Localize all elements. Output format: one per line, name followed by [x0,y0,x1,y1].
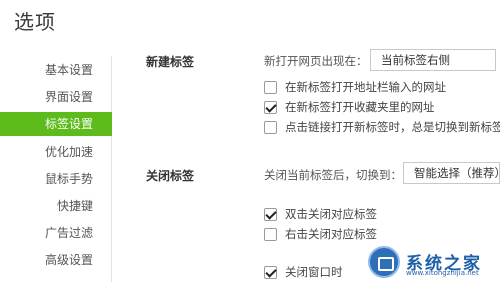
open-at-label: 新打开网页出现在： [264,54,368,68]
sidebar-item-interface[interactable]: 界面设置 [0,85,112,109]
sidebar-item-mouse-gestures[interactable]: 鼠标手势 [0,167,112,191]
watermark-url: www.xitongzhijia.net [406,269,479,277]
switch-to-label: 关闭当前标签后，切换到： [264,168,402,182]
sidebar-item-optimize[interactable]: 优化加速 [0,140,112,164]
close-tab-section-title: 关闭标签 [146,169,195,183]
option-label: 在新标签打开地址栏输入的网址 [285,80,446,94]
option-label: 在新标签打开收藏夹里的网址 [285,100,435,114]
checkbox[interactable] [264,80,277,94]
opt-right-click-close[interactable]: 右击关闭对应标签 [264,226,377,242]
sidebar-item-advanced[interactable]: 高级设置 [0,248,112,272]
sidebar-item-ad-filter[interactable]: 广告过滤 [0,221,112,245]
page-title: 选项 [14,10,56,34]
checkbox[interactable] [264,227,277,241]
checkbox-checked[interactable] [264,265,277,279]
checkbox-checked[interactable] [264,100,277,114]
monitor-logo-icon [368,246,400,278]
opt-open-favorites-in-new-tab[interactable]: 在新标签打开收藏夹里的网址 [264,99,435,115]
watermark: 系统之家 www.xitongzhijia.net [362,242,500,282]
opt-close-window[interactable]: 关闭窗口时 [264,264,343,280]
option-label: 双击关闭对应标签 [285,207,377,221]
sidebar-item-shortcuts[interactable]: 快捷键 [0,194,112,218]
opt-switch-to-new-tab[interactable]: 点击链接打开新标签时，总是切换到新标签页 [264,119,500,135]
checkbox-checked[interactable] [264,207,277,221]
opt-open-address-in-new-tab[interactable]: 在新标签打开地址栏输入的网址 [264,79,446,95]
sidebar-item-basic[interactable]: 基本设置 [0,58,112,82]
new-tab-section-title: 新建标签 [146,55,195,69]
option-label: 点击链接打开新标签时，总是切换到新标签页 [285,120,500,134]
option-label: 关闭窗口时 [285,265,343,279]
option-label: 右击关闭对应标签 [285,227,377,241]
switch-to-select[interactable]: 智能选择（推荐） [403,162,500,184]
sidebar-item-tabs[interactable]: 标签设置 [0,112,112,136]
sidebar: 基本设置 界面设置 标签设置 优化加速 鼠标手势 快捷键 广告过滤 高级设置 [0,56,112,282]
checkbox[interactable] [264,120,277,134]
open-at-select[interactable]: 当前标签右侧 [370,49,496,71]
opt-double-click-close[interactable]: 双击关闭对应标签 [264,206,377,222]
